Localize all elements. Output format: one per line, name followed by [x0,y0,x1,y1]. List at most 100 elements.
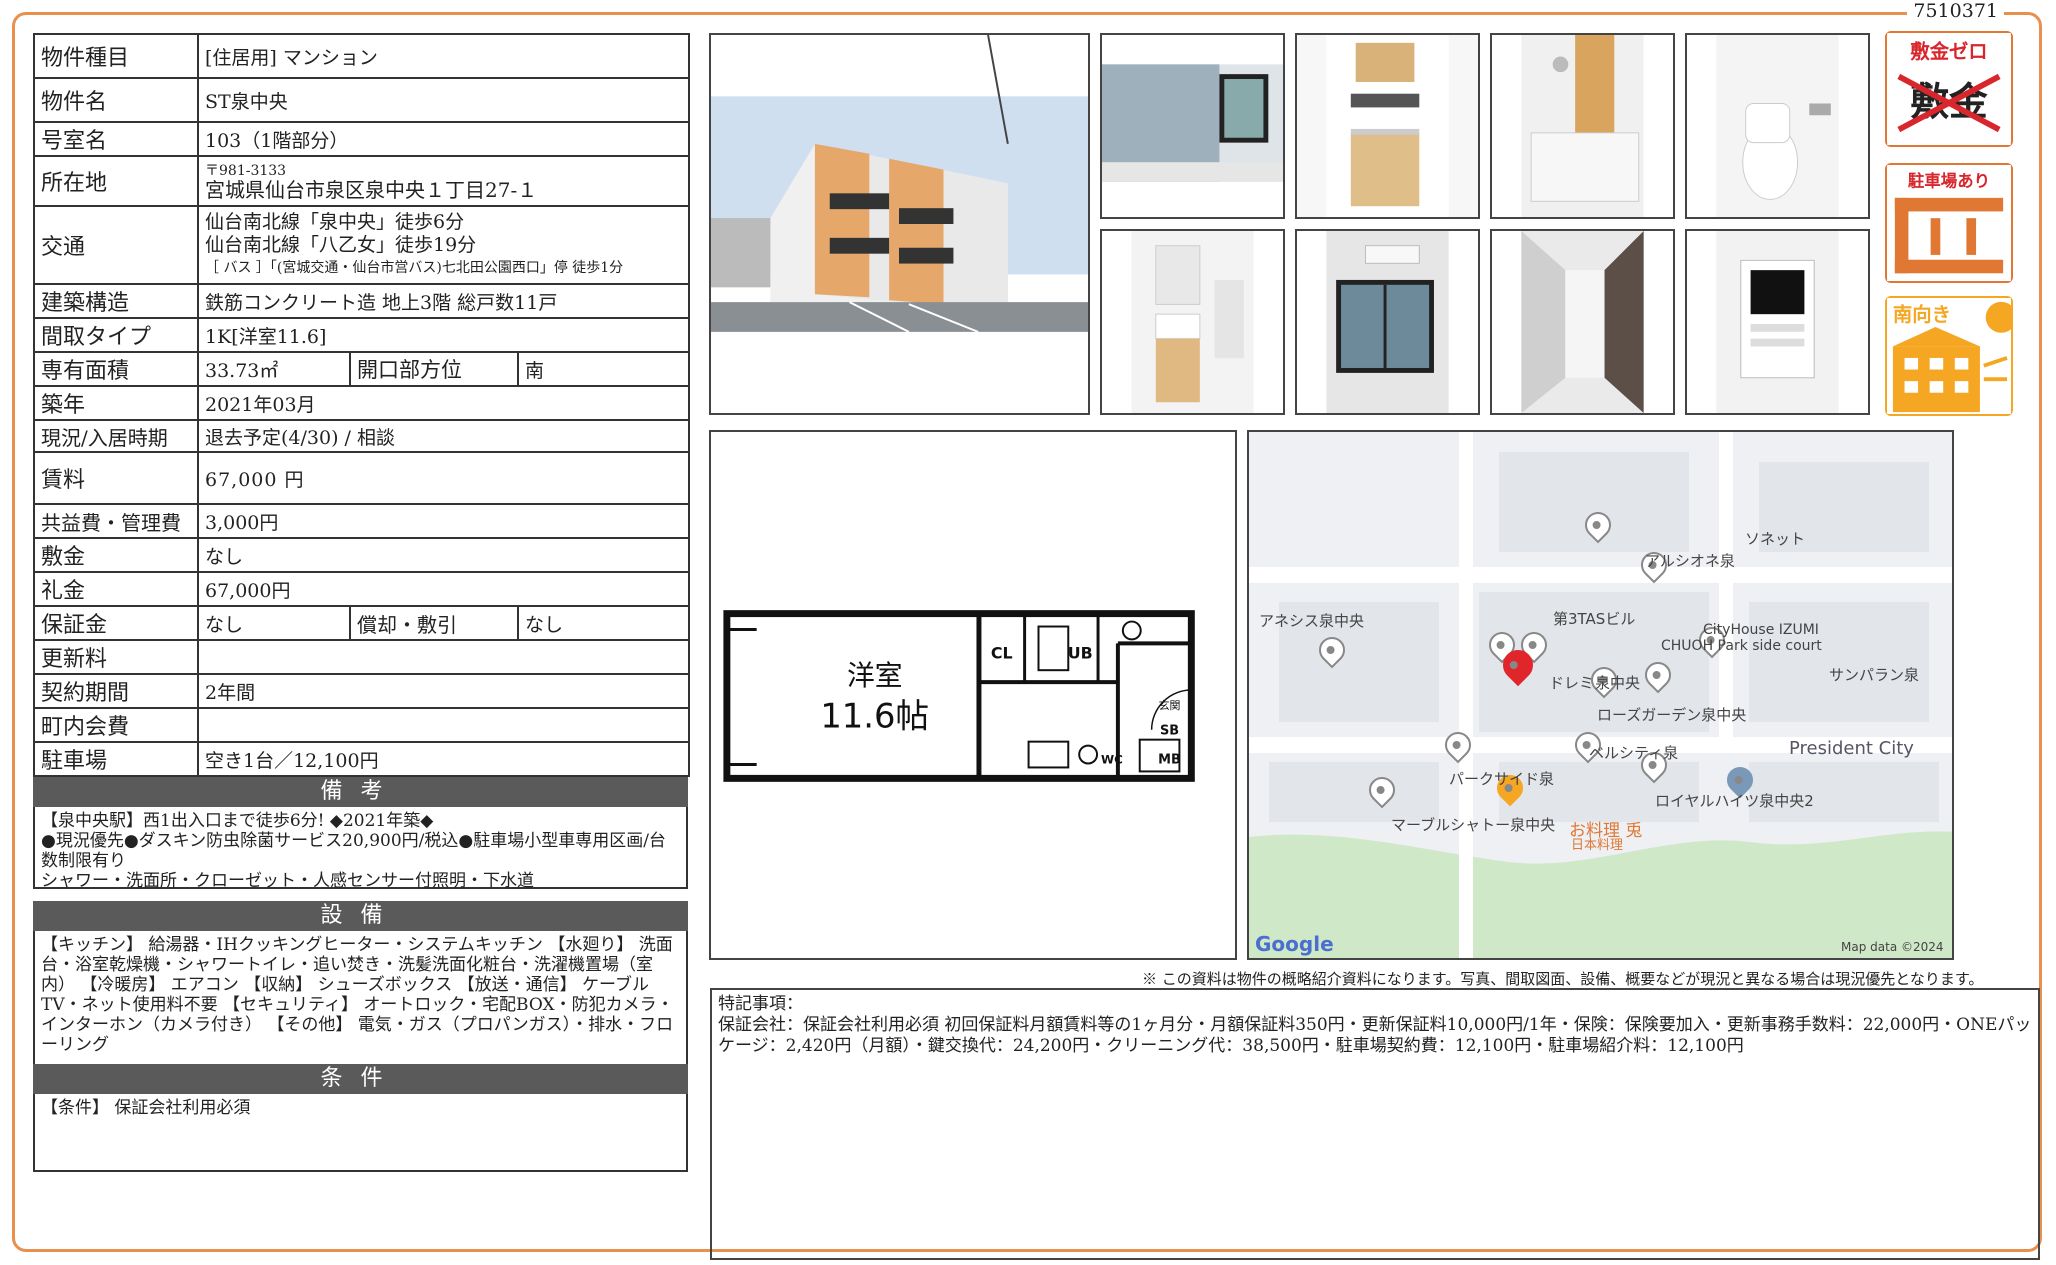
key-money-label: 礼金 [33,571,199,607]
deposit-zero-text: 敷金ゼロ [1910,40,1987,63]
map-label-cityhouse-1: CityHouse IZUMI [1703,622,1819,638]
equipment-section: 設備 【キッチン】 給湯器・IHクッキングヒーター・システムキッチン 【水廻り】… [33,901,688,1073]
room-label: 号室名 [33,121,199,157]
exterior-photo [709,33,1090,415]
interior-photo-hallway [1490,229,1675,415]
parking-label: 駐車場 [33,741,199,777]
interior-photo-washbasin [1100,229,1285,415]
status-value: 退去予定(4/30) / 相談 [196,419,691,453]
fp-room-name: 洋室 [847,659,903,692]
fp-room-size: 11.6帖 [820,697,929,736]
status-label: 現況/入居時期 [33,419,199,453]
layout-label: 間取タイプ [33,317,199,353]
google-logo: Google [1255,932,1334,956]
fee-value: 3,000円 [196,503,691,539]
map-label-3tas: 第3TASビル [1553,610,1636,628]
area-value: 33.73㎡ [197,351,351,387]
interior-photo-room [1100,33,1285,219]
rent-value: 67,000 円 [196,451,691,505]
map-label-anesis: アネシス泉中央 [1259,612,1365,630]
map-credit: Map data ©2024 [1841,940,1944,954]
access-line-3: ［ バス ］「(宮城交通・仙台市営バス)七北田公園西口」停 徒歩1分 [205,259,624,276]
amortization-label: 償却・敷引 [349,605,519,641]
document-id: 7510371 [1907,0,2004,22]
direction-label: 開口部方位 [349,351,519,387]
structure-value: 鉄筋コンクリート造 地上3階 総戸数11戸 [196,283,691,319]
fp-sb: SB [1160,724,1179,739]
equipment-title: 設備 [33,901,688,931]
direction-value: 南 [516,351,691,387]
fp-genkan: 玄関 [1159,698,1181,712]
term-value: 2年間 [196,673,691,709]
fp-mb: MB [1158,752,1181,767]
access-line-2: 仙台南北線「八乙女」徒歩19分 [205,233,477,256]
map-label-parkside: パークサイド泉 [1449,770,1555,788]
interior-photo-window [1295,229,1480,415]
conditions-title: 条件 [33,1064,688,1094]
name-label: 物件名 [33,77,199,123]
renewal-label: 更新料 [33,639,199,675]
rent-label: 賃料 [33,451,199,505]
interior-photo-toilet [1685,33,1870,219]
map-label-sonet: ソネット [1745,530,1806,548]
disclaimer: ※ この資料は物件の概略紹介資料になります。写真、間取図面、設備、概要などが現況… [1142,970,1984,988]
address-label: 所在地 [33,155,199,207]
fp-wc: WC [1101,752,1123,766]
conditions-section: 条件 【条件】 保証会社利用必須 [33,1064,688,1172]
parking-badge: 駐車場あり [1885,163,2013,283]
deposit-value: なし [196,537,691,573]
remarks-title: 備考 [33,777,688,807]
guarantee-label: 保証金 [33,605,199,641]
name-value: ST泉中央 [196,77,691,123]
map-label-marble-chateau: マーブルシャトー泉中央 [1391,816,1556,834]
fee-label: 共益費・管理費 [33,503,199,539]
access-label: 交通 [33,205,199,285]
parking-value: 空き1台／12,100円 [196,741,691,777]
map-label-izumichuo: 泉中央 [1595,674,1641,692]
equipment-text: 【キッチン】 給湯器・IHクッキングヒーター・システムキッチン 【水廻り】 洗面… [33,931,688,1073]
access-line-1: 仙台南北線「泉中央」徒歩6分 [205,210,465,233]
remarks-line-2: ●現況優先●ダスキン防虫除菌サービス20,900円/税込●駐車場小型車専用区画/… [41,831,666,871]
deposit-label: 敷金 [33,537,199,573]
structure-label: 建築構造 [33,283,199,319]
key-money-value: 67,000円 [196,571,691,607]
renewal-value [196,639,691,675]
built-label: 築年 [33,385,199,421]
deposit-zero-badge: 敷金ゼロ 敷金 [1885,31,2013,147]
south-facing-badge: 南向き [1885,296,2013,416]
map-label-alcione: アルシオネ泉 [1645,552,1735,570]
built-value: 2021年03月 [196,385,691,421]
interior-photo-intercom [1685,229,1870,415]
type-label: 物件種目 [33,33,199,79]
map-label-president-city: President City [1789,738,1914,759]
room-value: 103（1階部分） [196,121,691,157]
fp-cl: CL [991,643,1013,662]
special-notes: 特記事項： 保証会社：保証会社利用必須 初回保証料月額賃料等の1ヶ月分・月額保証… [710,988,2040,1260]
spec-table: 物件種目 [住居用] マンション 物件名 ST泉中央 号室名 103（1階部分） 所在… [33,33,691,777]
type-value: [住居用] マンション [196,33,691,79]
remarks-line-1: 【泉中央駅】西1出入口まで徒歩6分! ◆2021年築◆ [41,811,434,831]
fp-ub: UB [1068,643,1093,662]
map-label-rose-garden: ローズガーデン泉中央 [1597,706,1747,724]
remarks-line-3: シャワー・洗面所・クローゼット・人感センサー付照明・下水道 [41,871,534,891]
special-notes-text: 保証会社：保証会社利用必須 初回保証料月額賃料等の1ヶ月分・月額保証料350円・… [718,1015,2032,1056]
map-label-bellcity: ベルシティ泉 [1589,744,1679,762]
area-map[interactable]: ソネット アルシオネ泉 アネシス泉中央 第3TASビル CityHouse IZ… [1247,430,1954,960]
interior-photo-kitchen [1295,33,1480,219]
amortization-value: なし [516,605,691,641]
association-fee-label: 町内会費 [33,707,199,743]
address-value: 宮城県仙台市泉区泉中央１丁目27-１ [205,178,538,202]
special-notes-title: 特記事項： [718,994,803,1014]
map-label-royal-heights: ロイヤルハイツ泉中央2 [1655,792,1814,810]
area-label: 専有面積 [33,351,199,387]
layout-value: 1K[洋室11.6] [196,317,691,353]
interior-photo-bath [1490,33,1675,219]
map-label-cityhouse-2: CHUOH Park side court [1661,638,1822,654]
floor-plan: 洋室 11.6帖 CL UB 玄関 SB WC MB [709,430,1237,960]
term-label: 契約期間 [33,673,199,709]
remarks-section: 備考 【泉中央駅】西1出入口まで徒歩6分! ◆2021年築◆ ●現況優先●ダスキ… [33,777,688,891]
map-label-doremi: ドレミ [1549,674,1595,692]
south-badge-text: 南向き [1893,303,1951,326]
association-fee-value [196,707,691,743]
guarantee-value: なし [197,605,351,641]
